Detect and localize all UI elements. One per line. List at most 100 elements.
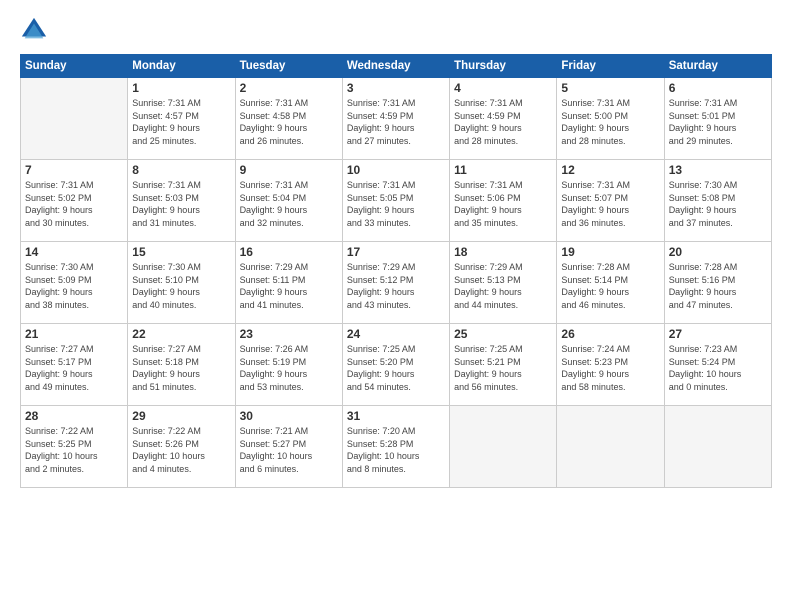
calendar-header-friday: Friday [557, 55, 664, 78]
day-info: Sunrise: 7:21 AM Sunset: 5:27 PM Dayligh… [240, 425, 338, 475]
calendar-cell: 2 Sunrise: 7:31 AM Sunset: 4:58 PM Daylig… [235, 78, 342, 160]
day-info: Sunrise: 7:26 AM Sunset: 5:19 PM Dayligh… [240, 343, 338, 393]
day-number: 4 [454, 81, 552, 95]
calendar-cell: 31 Sunrise: 7:20 AM Sunset: 5:28 PM Dayli… [342, 406, 449, 488]
day-number: 19 [561, 245, 659, 259]
day-number: 26 [561, 327, 659, 341]
day-number: 6 [669, 81, 767, 95]
calendar-week-row: 28 Sunrise: 7:22 AM Sunset: 5:25 PM Dayli… [21, 406, 772, 488]
calendar-cell [557, 406, 664, 488]
day-number: 16 [240, 245, 338, 259]
day-number: 30 [240, 409, 338, 423]
calendar-cell: 9 Sunrise: 7:31 AM Sunset: 5:04 PM Daylig… [235, 160, 342, 242]
day-number: 14 [25, 245, 123, 259]
calendar-cell: 21Sunrise: 7:27 AM Sunset: 5:17 PM Dayli… [21, 324, 128, 406]
day-number: 22 [132, 327, 230, 341]
calendar-cell: 19Sunrise: 7:28 AM Sunset: 5:14 PM Dayli… [557, 242, 664, 324]
day-info: Sunrise: 7:31 AM Sunset: 4:57 PM Dayligh… [132, 97, 230, 147]
day-number: 24 [347, 327, 445, 341]
calendar-cell: 17 Sunrise: 7:29 AM Sunset: 5:12 PM Dayli… [342, 242, 449, 324]
calendar-cell: 12Sunrise: 7:31 AM Sunset: 5:07 PM Dayli… [557, 160, 664, 242]
calendar-cell: 5 Sunrise: 7:31 AM Sunset: 5:00 PM Daylig… [557, 78, 664, 160]
day-info: Sunrise: 7:30 AM Sunset: 5:09 PM Dayligh… [25, 261, 123, 311]
calendar-week-row: 7 Sunrise: 7:31 AM Sunset: 5:02 PM Daylig… [21, 160, 772, 242]
day-number: 28 [25, 409, 123, 423]
logo [20, 16, 52, 44]
day-number: 27 [669, 327, 767, 341]
day-info: Sunrise: 7:23 AM Sunset: 5:24 PM Dayligh… [669, 343, 767, 393]
day-number: 10 [347, 163, 445, 177]
calendar-cell: 28 Sunrise: 7:22 AM Sunset: 5:25 PM Dayli… [21, 406, 128, 488]
day-info: Sunrise: 7:27 AM Sunset: 5:18 PM Dayligh… [132, 343, 230, 393]
day-info: Sunrise: 7:31 AM Sunset: 5:06 PM Dayligh… [454, 179, 552, 229]
day-info: Sunrise: 7:30 AM Sunset: 5:08 PM Dayligh… [669, 179, 767, 229]
calendar-cell: 7 Sunrise: 7:31 AM Sunset: 5:02 PM Daylig… [21, 160, 128, 242]
calendar-cell: 15 Sunrise: 7:30 AM Sunset: 5:10 PM Dayli… [128, 242, 235, 324]
day-info: Sunrise: 7:31 AM Sunset: 5:05 PM Dayligh… [347, 179, 445, 229]
day-number: 11 [454, 163, 552, 177]
calendar-cell: 10 Sunrise: 7:31 AM Sunset: 5:05 PM Dayli… [342, 160, 449, 242]
day-number: 7 [25, 163, 123, 177]
day-info: Sunrise: 7:31 AM Sunset: 5:07 PM Dayligh… [561, 179, 659, 229]
day-info: Sunrise: 7:29 AM Sunset: 5:13 PM Dayligh… [454, 261, 552, 311]
day-number: 15 [132, 245, 230, 259]
day-number: 3 [347, 81, 445, 95]
day-info: Sunrise: 7:25 AM Sunset: 5:20 PM Dayligh… [347, 343, 445, 393]
day-info: Sunrise: 7:31 AM Sunset: 5:01 PM Dayligh… [669, 97, 767, 147]
calendar-header-sunday: Sunday [21, 55, 128, 78]
day-number: 31 [347, 409, 445, 423]
calendar-cell: 6 Sunrise: 7:31 AM Sunset: 5:01 PM Daylig… [664, 78, 771, 160]
day-info: Sunrise: 7:20 AM Sunset: 5:28 PM Dayligh… [347, 425, 445, 475]
calendar-cell [664, 406, 771, 488]
day-number: 23 [240, 327, 338, 341]
day-number: 17 [347, 245, 445, 259]
calendar-cell: 29 Sunrise: 7:22 AM Sunset: 5:26 PM Dayli… [128, 406, 235, 488]
day-number: 29 [132, 409, 230, 423]
calendar-cell: 8Sunrise: 7:31 AM Sunset: 5:03 PM Daylig… [128, 160, 235, 242]
day-info: Sunrise: 7:22 AM Sunset: 5:25 PM Dayligh… [25, 425, 123, 475]
calendar-cell: 20Sunrise: 7:28 AM Sunset: 5:16 PM Dayli… [664, 242, 771, 324]
day-info: Sunrise: 7:31 AM Sunset: 4:58 PM Dayligh… [240, 97, 338, 147]
calendar-table: SundayMondayTuesdayWednesdayThursdayFrid… [20, 54, 772, 488]
calendar-cell: 11 Sunrise: 7:31 AM Sunset: 5:06 PM Dayli… [450, 160, 557, 242]
calendar-week-row: 21Sunrise: 7:27 AM Sunset: 5:17 PM Dayli… [21, 324, 772, 406]
calendar-cell: 13 Sunrise: 7:30 AM Sunset: 5:08 PM Dayli… [664, 160, 771, 242]
day-info: Sunrise: 7:31 AM Sunset: 5:04 PM Dayligh… [240, 179, 338, 229]
calendar-cell: 3Sunrise: 7:31 AM Sunset: 4:59 PM Daylig… [342, 78, 449, 160]
calendar-header-wednesday: Wednesday [342, 55, 449, 78]
day-number: 13 [669, 163, 767, 177]
day-number: 5 [561, 81, 659, 95]
day-number: 1 [132, 81, 230, 95]
calendar-week-row: 1 Sunrise: 7:31 AM Sunset: 4:57 PM Daylig… [21, 78, 772, 160]
calendar-header-saturday: Saturday [664, 55, 771, 78]
calendar-cell: 30 Sunrise: 7:21 AM Sunset: 5:27 PM Dayli… [235, 406, 342, 488]
day-number: 18 [454, 245, 552, 259]
calendar-cell [450, 406, 557, 488]
calendar-cell: 1 Sunrise: 7:31 AM Sunset: 4:57 PM Daylig… [128, 78, 235, 160]
calendar-cell: 4 Sunrise: 7:31 AM Sunset: 4:59 PM Daylig… [450, 78, 557, 160]
day-info: Sunrise: 7:29 AM Sunset: 5:12 PM Dayligh… [347, 261, 445, 311]
day-info: Sunrise: 7:31 AM Sunset: 4:59 PM Dayligh… [454, 97, 552, 147]
calendar-header-row: SundayMondayTuesdayWednesdayThursdayFrid… [21, 55, 772, 78]
calendar-cell: 26 Sunrise: 7:24 AM Sunset: 5:23 PM Dayli… [557, 324, 664, 406]
calendar-header-tuesday: Tuesday [235, 55, 342, 78]
logo-icon [20, 16, 48, 44]
calendar-cell: 27 Sunrise: 7:23 AM Sunset: 5:24 PM Dayli… [664, 324, 771, 406]
calendar-cell: 23 Sunrise: 7:26 AM Sunset: 5:19 PM Dayli… [235, 324, 342, 406]
day-info: Sunrise: 7:29 AM Sunset: 5:11 PM Dayligh… [240, 261, 338, 311]
day-info: Sunrise: 7:31 AM Sunset: 5:00 PM Dayligh… [561, 97, 659, 147]
calendar-week-row: 14 Sunrise: 7:30 AM Sunset: 5:09 PM Dayli… [21, 242, 772, 324]
day-info: Sunrise: 7:31 AM Sunset: 5:02 PM Dayligh… [25, 179, 123, 229]
day-number: 9 [240, 163, 338, 177]
calendar-header-thursday: Thursday [450, 55, 557, 78]
calendar-cell: 25Sunrise: 7:25 AM Sunset: 5:21 PM Dayli… [450, 324, 557, 406]
day-info: Sunrise: 7:22 AM Sunset: 5:26 PM Dayligh… [132, 425, 230, 475]
calendar-header-monday: Monday [128, 55, 235, 78]
calendar-cell: 18 Sunrise: 7:29 AM Sunset: 5:13 PM Dayli… [450, 242, 557, 324]
page: SundayMondayTuesdayWednesdayThursdayFrid… [0, 0, 792, 612]
day-number: 2 [240, 81, 338, 95]
day-info: Sunrise: 7:28 AM Sunset: 5:16 PM Dayligh… [669, 261, 767, 311]
day-info: Sunrise: 7:24 AM Sunset: 5:23 PM Dayligh… [561, 343, 659, 393]
calendar-cell: 16 Sunrise: 7:29 AM Sunset: 5:11 PM Dayli… [235, 242, 342, 324]
day-info: Sunrise: 7:30 AM Sunset: 5:10 PM Dayligh… [132, 261, 230, 311]
